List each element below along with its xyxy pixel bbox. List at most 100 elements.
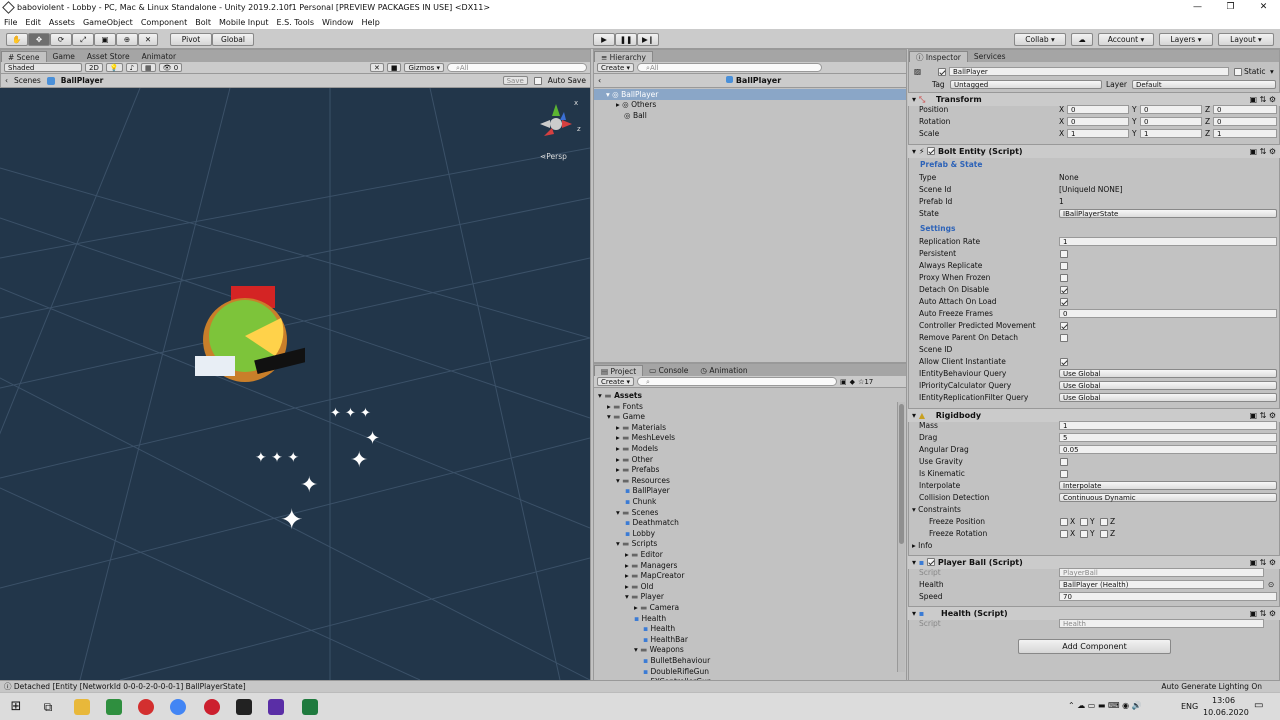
menu-es-tools[interactable]: E.S. Tools — [277, 18, 314, 27]
add-component-button[interactable]: Add Component — [1018, 639, 1171, 654]
layers-dropdown[interactable]: Layers ▾ — [1159, 33, 1213, 46]
project-item[interactable]: ▸ ▬ Other — [594, 454, 906, 465]
pivot-button[interactable]: Pivot — [170, 33, 212, 46]
menu-help[interactable]: Help — [362, 18, 380, 27]
custom-tool-icon[interactable]: ✕ — [138, 33, 158, 46]
tab-asset-store[interactable]: Asset Store — [81, 51, 136, 62]
transform-z-field[interactable]: 1 — [1213, 129, 1277, 138]
project-item[interactable]: ▸ ▬ Materials — [594, 422, 906, 433]
transform-z-field[interactable]: 0 — [1213, 105, 1277, 114]
tab-services[interactable]: Services — [968, 51, 1012, 62]
yandex-icon[interactable] — [138, 699, 154, 715]
rider-icon[interactable] — [268, 699, 284, 715]
status-message[interactable]: Detached [Entity [NetworkId 0-0-0-2-0-0-… — [14, 682, 246, 691]
opera-icon[interactable] — [204, 699, 220, 715]
filter-label-icon[interactable]: ◆ — [850, 378, 855, 386]
scene-viewport[interactable]: ✦ ✦ ✦ ✦ ✦ ✦ ✦ ✦ ✦ ✦ x z ⋖Persp — [0, 88, 590, 680]
static-dropdown-icon[interactable]: ▾ — [1270, 66, 1274, 78]
project-item[interactable]: ▸ ▬ Fonts — [594, 401, 906, 412]
transform-x-field[interactable]: 0 — [1067, 117, 1129, 126]
project-item[interactable]: ▪ BulletBehaviour — [594, 655, 906, 666]
menu-edit[interactable]: Edit — [25, 18, 41, 27]
project-item[interactable]: ▸ ▬ Prefabs — [594, 464, 906, 475]
task-view-icon[interactable]: ⧉ — [40, 699, 56, 715]
project-item[interactable]: ▪ HealthBar — [594, 634, 906, 645]
store-icon[interactable] — [106, 699, 122, 715]
transform-x-field[interactable]: 0 — [1067, 105, 1129, 114]
tab-inspector[interactable]: ⓘ Inspector — [909, 51, 968, 62]
project-scrollbar[interactable] — [897, 402, 905, 672]
minimize-icon[interactable]: — — [1181, 0, 1214, 15]
transform-x-field[interactable]: 1 — [1067, 129, 1129, 138]
project-item[interactable]: ▸ ▬ Managers — [594, 560, 906, 571]
tab-game[interactable]: Game — [47, 51, 81, 62]
rotate-tool-icon[interactable]: ⟳ — [50, 33, 72, 46]
persp-label[interactable]: ⋖Persp — [540, 152, 567, 161]
project-search-input[interactable]: ⌕ — [637, 377, 838, 386]
ball-player-model[interactable] — [175, 278, 305, 408]
notifications-icon[interactable]: ▭ — [1254, 700, 1263, 711]
collab-button[interactable]: Collab ▾ — [1014, 33, 1066, 46]
excel-icon[interactable] — [302, 699, 318, 715]
tab-animator[interactable]: Animator — [136, 51, 182, 62]
transform-y-field[interactable]: 0 — [1140, 105, 1202, 114]
project-item[interactable]: ▪ Deathmatch — [594, 517, 906, 528]
cloud-icon[interactable]: ☁ — [1071, 33, 1093, 46]
filter-type-icon[interactable]: ▣ — [840, 378, 847, 386]
project-item[interactable]: ▸ ▬ MapCreator — [594, 570, 906, 581]
clock-date[interactable]: 10.06.2020 — [1203, 708, 1249, 717]
menu-gameobject[interactable]: GameObject — [83, 18, 133, 27]
menu-bolt[interactable]: Bolt — [195, 18, 211, 27]
tray-icons[interactable]: ⌃ ☁ ▭ ▬ ⌨ ◉ 🔊 — [1068, 701, 1142, 710]
project-item[interactable]: ▸ ▬ Camera — [594, 602, 906, 613]
unity-icon[interactable] — [236, 699, 252, 715]
play-button[interactable]: ▶ — [593, 33, 615, 46]
tab-scene[interactable]: # Scene — [1, 51, 47, 62]
project-create-button[interactable]: Create ▾ — [597, 377, 635, 386]
object-name-field[interactable]: BallPlayer — [949, 67, 1229, 76]
windows-start-icon[interactable]: ⊞ — [8, 699, 24, 715]
project-item[interactable]: ▾ ▬ Assets — [594, 390, 906, 401]
transform-y-field[interactable]: 1 — [1140, 129, 1202, 138]
object-active-checkbox[interactable] — [938, 68, 946, 76]
project-item[interactable]: ▪ Lobby — [594, 528, 906, 539]
favorite-count[interactable]: ☆17 — [858, 378, 873, 386]
scale-tool-icon[interactable]: ⤢ — [72, 33, 94, 46]
project-item[interactable]: ▾ ▬ Scenes — [594, 507, 906, 518]
step-button[interactable]: ▶❙ — [637, 33, 659, 46]
transform-tool-icon[interactable]: ⊕ — [116, 33, 138, 46]
transform-y-field[interactable]: 0 — [1140, 117, 1202, 126]
project-item[interactable]: ▸ ▬ MeshLevels — [594, 432, 906, 443]
project-item[interactable]: ▸ ▬ Editor — [594, 549, 906, 560]
pause-button[interactable]: ❚❚ — [615, 33, 637, 46]
transform-z-field[interactable]: 0 — [1213, 117, 1277, 126]
language-indicator[interactable]: ENG — [1181, 702, 1198, 711]
maximize-icon[interactable]: ❐ — [1214, 0, 1247, 15]
static-checkbox[interactable] — [1234, 68, 1242, 76]
layout-dropdown[interactable]: Layout ▾ — [1218, 33, 1274, 46]
hierarchy-item-others[interactable]: ▸ ◎ Others — [594, 99, 906, 110]
tab-animation[interactable]: ◷ Animation — [694, 365, 753, 376]
close-icon[interactable]: ✕ — [1247, 0, 1280, 15]
project-item[interactable]: ▾ ▬ Resources — [594, 475, 906, 486]
explorer-icon[interactable] — [74, 699, 90, 715]
project-item[interactable]: ▪ DoubleRifleGun — [594, 666, 906, 677]
hand-tool-icon[interactable]: ✋ — [6, 33, 28, 46]
project-item[interactable]: ▪ Health — [594, 613, 906, 624]
project-item[interactable]: ▸ ▬ Old — [594, 581, 906, 592]
project-item[interactable]: ▾ ▬ Game — [594, 411, 906, 422]
project-item[interactable]: ▸ ▬ Models — [594, 443, 906, 454]
clock-time[interactable]: 13:06 — [1212, 696, 1235, 705]
menu-mobile-input[interactable]: Mobile Input — [219, 18, 269, 27]
hierarchy-item-ball[interactable]: ◎ Ball — [594, 110, 906, 121]
menu-component[interactable]: Component — [141, 18, 187, 27]
tab-hierarchy[interactable]: ≡ Hierarchy — [594, 51, 653, 62]
chrome-icon[interactable] — [170, 699, 186, 715]
global-button[interactable]: Global — [212, 33, 254, 46]
project-item[interactable]: ▾ ▬ Player — [594, 591, 906, 602]
project-item[interactable]: ▾ ▬ Weapons — [594, 644, 906, 655]
rect-tool-icon[interactable]: ▣ — [94, 33, 116, 46]
project-item[interactable]: ▾ ▬ Scripts — [594, 538, 906, 549]
project-item[interactable]: ▪ Health — [594, 623, 906, 634]
project-item[interactable]: ▪ Chunk — [594, 496, 906, 507]
